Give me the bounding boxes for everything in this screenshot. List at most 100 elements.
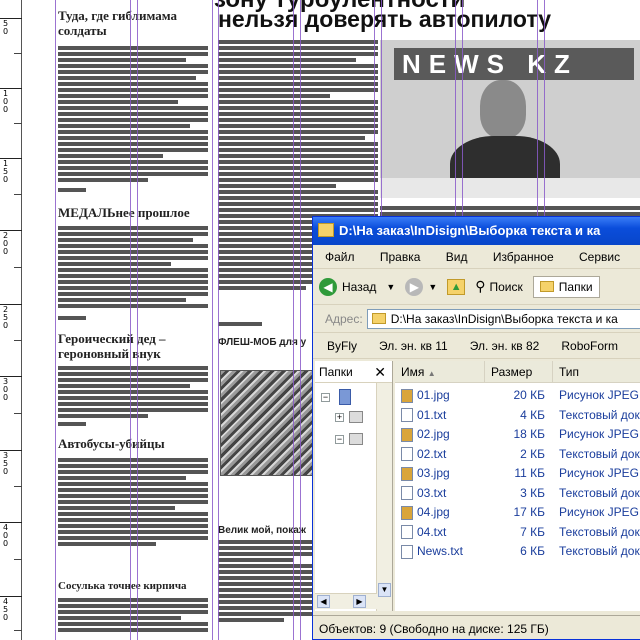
text-file-icon (401, 408, 413, 423)
link-byfly[interactable]: ByFly (327, 339, 357, 353)
text-file-icon (401, 525, 413, 540)
folders-pane: Папки ✕ − + − ▼ ◀ ▶ (315, 361, 393, 611)
menu-file[interactable]: Файл (325, 250, 355, 264)
file-type: Текстовый док (559, 524, 640, 539)
ruler-label: 150 (3, 159, 9, 184)
column-type[interactable]: Тип (553, 361, 640, 382)
column-guide[interactable] (137, 0, 138, 640)
menu-view[interactable]: Вид (446, 250, 468, 264)
file-name: 03.jpg (417, 466, 450, 480)
dropdown-arrow-icon[interactable]: ▼ (428, 282, 437, 292)
ruler-label: 50 (3, 19, 9, 36)
file-type: Текстовый док (559, 446, 640, 461)
file-name-cell: 01.jpg (395, 386, 485, 406)
address-input[interactable]: D:\На заказ\InDisign\Выборка текста и ка (366, 308, 640, 329)
column-guide[interactable] (55, 0, 56, 640)
link-kv82[interactable]: Эл. эн. кв 82 (470, 339, 540, 353)
text-file-icon (401, 447, 413, 462)
computer-icon[interactable] (339, 389, 351, 405)
menu-bar: Файл Правка Вид Избранное Сервис Сп (313, 245, 640, 269)
folder-up-icon: ▲ (447, 278, 466, 295)
back-button[interactable]: ◀ Назад ▼ (319, 277, 395, 296)
column-guide[interactable] (212, 0, 213, 640)
file-name: 02.jpg (417, 427, 450, 441)
column-size[interactable]: Размер (485, 361, 553, 382)
file-name: 01.jpg (417, 388, 450, 402)
file-name-cell: News.txt (395, 542, 485, 562)
link-roboform[interactable]: RoboForm (561, 339, 618, 353)
column-guide[interactable] (293, 0, 294, 640)
image-file-icon (401, 427, 413, 442)
news-photo[interactable]: NEWS KZ (380, 40, 640, 198)
column-headers: Имя ▲ Размер Тип (395, 361, 640, 383)
column-guide[interactable] (130, 0, 131, 640)
text-block (58, 598, 208, 634)
file-name-cell: 04.txt (395, 523, 485, 543)
file-row[interactable]: 04.txt 7 КБ Текстовый док (395, 523, 640, 543)
drive-icon[interactable] (349, 433, 363, 445)
kicker-bar (58, 188, 86, 194)
file-row[interactable]: 04.jpg 17 КБ Рисунок JPEG (395, 503, 640, 523)
dropdown-arrow-icon[interactable]: ▼ (386, 282, 395, 292)
column-guide[interactable] (218, 0, 219, 640)
file-row[interactable]: News.txt 6 КБ Текстовый док (395, 542, 640, 562)
horizontal-scrollbar[interactable]: ◀ ▶ (315, 593, 377, 609)
scroll-down-icon[interactable]: ▼ (378, 583, 391, 597)
folders-label: Папки (558, 279, 593, 294)
forward-arrow-icon: ▶ (405, 277, 424, 296)
column-name[interactable]: Имя ▲ (395, 361, 485, 382)
image-file-icon (401, 388, 413, 403)
folders-scrollbar[interactable]: ▼ (376, 383, 392, 611)
file-name-cell: 04.jpg (395, 503, 485, 523)
menu-tools[interactable]: Сервис (579, 250, 620, 264)
file-name: 03.txt (417, 485, 447, 500)
ruler-label: 350 (3, 451, 9, 476)
scroll-right-icon[interactable]: ▶ (353, 595, 366, 608)
close-icon[interactable]: ✕ (374, 361, 386, 383)
file-type: Рисунок JPEG (559, 466, 639, 480)
file-row[interactable]: 01.txt 4 КБ Текстовый док (395, 406, 640, 426)
forward-button[interactable]: ▶ ▼ (405, 277, 437, 296)
back-label: Назад (342, 279, 377, 294)
collapse-icon[interactable]: − (321, 393, 330, 402)
kicker-bar (58, 316, 86, 322)
file-row[interactable]: 03.txt 3 КБ Текстовый док (395, 484, 640, 504)
window-titlebar[interactable]: D:\На заказ\InDisign\Выборка текста и ка (313, 217, 640, 245)
folders-button[interactable]: Папки (532, 275, 600, 298)
file-row[interactable]: 01.jpg 20 КБ Рисунок JPEG (395, 386, 640, 406)
drive-icon[interactable] (349, 411, 363, 423)
scroll-left-icon[interactable]: ◀ (317, 595, 330, 608)
vertical-ruler[interactable]: 50 100 150 200 250 300 350 400 450 (0, 0, 22, 640)
folder-icon (539, 281, 554, 292)
file-type: Текстовый док (559, 544, 640, 558)
collapse-icon[interactable]: − (335, 435, 344, 444)
search-label: Поиск (489, 279, 523, 294)
folders-pane-title: Папки (319, 365, 353, 379)
expand-icon[interactable]: + (335, 413, 344, 422)
headline-velik: Велик мой, покаж (218, 525, 306, 536)
headline-left-5: Сосулька точнее кирпича (58, 580, 187, 592)
column-guide[interactable] (300, 0, 301, 640)
file-type: Рисунок JPEG (559, 427, 639, 441)
file-size: 7 КБ (520, 524, 545, 539)
explorer-window[interactable]: D:\На заказ\InDisign\Выборка текста и ка… (312, 216, 640, 640)
text-file-icon (401, 486, 413, 501)
search-button[interactable]: ⚲ Поиск (475, 278, 523, 295)
up-folder-button[interactable]: ▲ (447, 278, 466, 295)
link-kv11[interactable]: Эл. эн. кв 11 (379, 339, 448, 353)
image-file-icon (401, 466, 413, 481)
ruler-label: 200 (3, 231, 9, 256)
file-name: 02.txt (417, 446, 447, 461)
file-row[interactable]: 02.txt 2 КБ Текстовый док (395, 445, 640, 465)
main-headline-line-2: нельзя доверять автопилоту (218, 6, 551, 32)
file-name: 04.jpg (417, 505, 450, 519)
text-block (58, 226, 208, 310)
menu-favorites[interactable]: Избранное (493, 250, 554, 264)
file-row[interactable]: 03.jpg 11 КБ Рисунок JPEG (395, 464, 640, 484)
file-size: 4 КБ (520, 407, 545, 422)
menu-edit[interactable]: Правка (380, 250, 421, 264)
file-list: Имя ▲ Размер Тип 01.jpg 20 КБ Рисунок JPEG… (395, 361, 640, 611)
file-size: 2 КБ (520, 446, 545, 461)
file-row[interactable]: 02.jpg 18 КБ Рисунок JPEG (395, 425, 640, 445)
sort-arrow-icon: ▲ (427, 369, 436, 378)
